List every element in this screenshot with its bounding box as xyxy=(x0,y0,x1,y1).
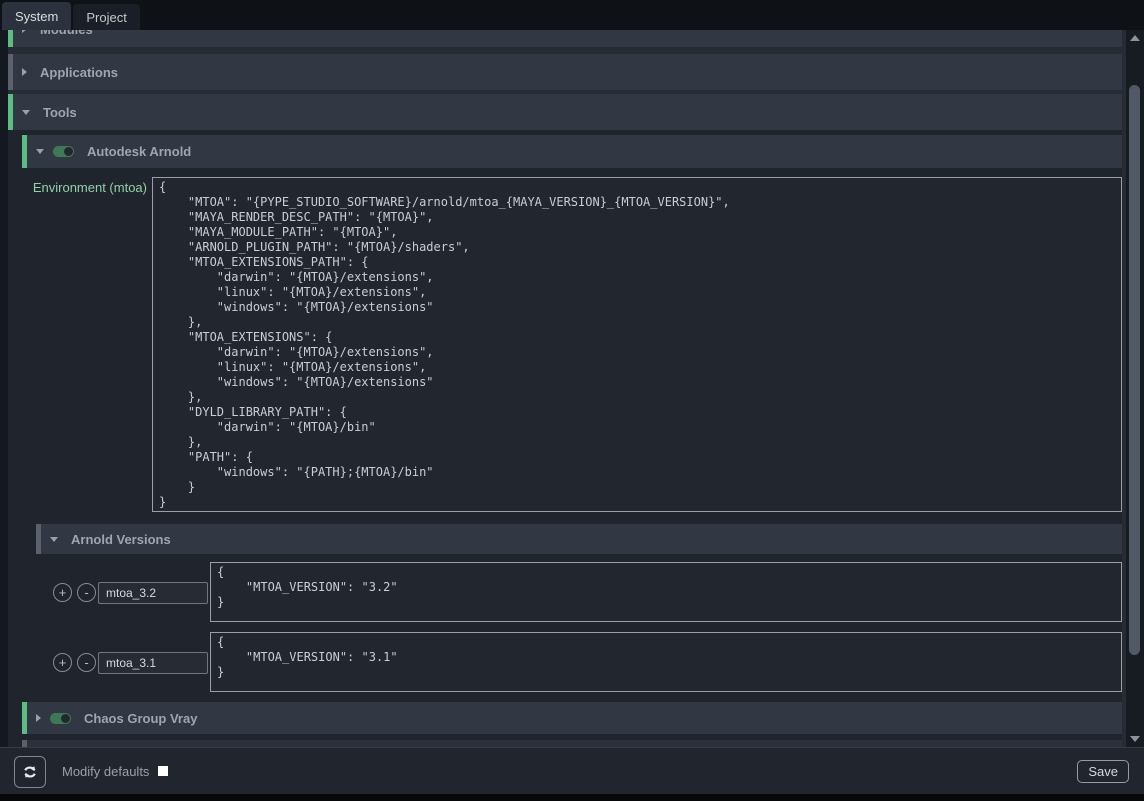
environment-mtoa-textarea[interactable]: { "MTOA": "{PYPE_STUDIO_SOFTWARE}/arnold… xyxy=(152,177,1122,512)
tool-header-autodesk-arnold[interactable]: Autodesk Arnold xyxy=(22,135,1122,168)
collapse-arrow-icon xyxy=(22,30,27,33)
collapse-arrow-icon xyxy=(22,68,27,76)
scrollbar-thumb[interactable] xyxy=(1129,85,1140,655)
settings-scroll-area: Modules Applications Tools Autodesk Arno… xyxy=(0,30,1126,747)
save-button[interactable]: Save xyxy=(1077,760,1129,783)
expand-arrow-icon xyxy=(36,149,44,154)
collapse-arrow-icon xyxy=(36,714,41,722)
section-label: Applications xyxy=(40,65,118,80)
section-label: Modules xyxy=(40,30,93,37)
vertical-scrollbar[interactable] xyxy=(1126,30,1144,747)
modify-defaults-checkbox[interactable] xyxy=(158,766,168,776)
expand-arrow-icon xyxy=(50,537,58,542)
vray-enabled-toggle[interactable] xyxy=(50,713,71,724)
arnold-enabled-toggle[interactable] xyxy=(53,146,74,157)
version-key-input[interactable] xyxy=(98,582,208,604)
tab-system[interactable]: System xyxy=(2,2,71,30)
expand-arrow-icon xyxy=(22,110,30,115)
version-value-textarea[interactable]: { "MTOA_VERSION": "3.1" } xyxy=(210,632,1122,692)
footer-bar: Modify defaults Save xyxy=(0,747,1144,794)
section-header-modules[interactable]: Modules xyxy=(8,30,1122,47)
section-header-applications[interactable]: Applications xyxy=(8,54,1122,90)
remove-version-button[interactable]: - xyxy=(77,653,96,672)
tab-system-label: System xyxy=(15,9,58,24)
settings-window: System Project Modules Applications Tool… xyxy=(0,0,1144,801)
partial-section-row xyxy=(22,740,1122,747)
version-key-input[interactable] xyxy=(98,652,208,674)
tool-header-chaos-group-vray[interactable]: Chaos Group Vray xyxy=(22,702,1122,734)
environment-mtoa-label: Environment (mtoa) xyxy=(22,180,147,195)
tool-label: Chaos Group Vray xyxy=(84,711,197,726)
tab-bar: System Project xyxy=(0,0,1144,30)
modify-defaults-label: Modify defaults xyxy=(62,764,149,779)
left-edge-strip xyxy=(0,30,8,747)
add-version-button[interactable]: + xyxy=(53,653,72,672)
refresh-icon xyxy=(22,764,38,780)
tab-project[interactable]: Project xyxy=(73,4,139,30)
section-label: Tools xyxy=(43,105,77,120)
remove-version-button[interactable]: - xyxy=(77,583,96,602)
scroll-down-arrow-icon[interactable] xyxy=(1130,736,1140,742)
tab-project-label: Project xyxy=(86,10,126,25)
section-header-tools[interactable]: Tools xyxy=(8,94,1122,130)
scroll-up-arrow-icon[interactable] xyxy=(1130,35,1140,41)
version-value-textarea[interactable]: { "MTOA_VERSION": "3.2" } xyxy=(210,562,1122,622)
tool-label: Autodesk Arnold xyxy=(87,144,191,159)
add-version-button[interactable]: + xyxy=(53,583,72,602)
refresh-button[interactable] xyxy=(14,756,46,788)
window-bottom-edge xyxy=(0,794,1144,801)
subsection-label: Arnold Versions xyxy=(71,532,171,547)
subsection-header-arnold-versions[interactable]: Arnold Versions xyxy=(36,524,1122,554)
modify-defaults-group: Modify defaults xyxy=(62,748,168,794)
